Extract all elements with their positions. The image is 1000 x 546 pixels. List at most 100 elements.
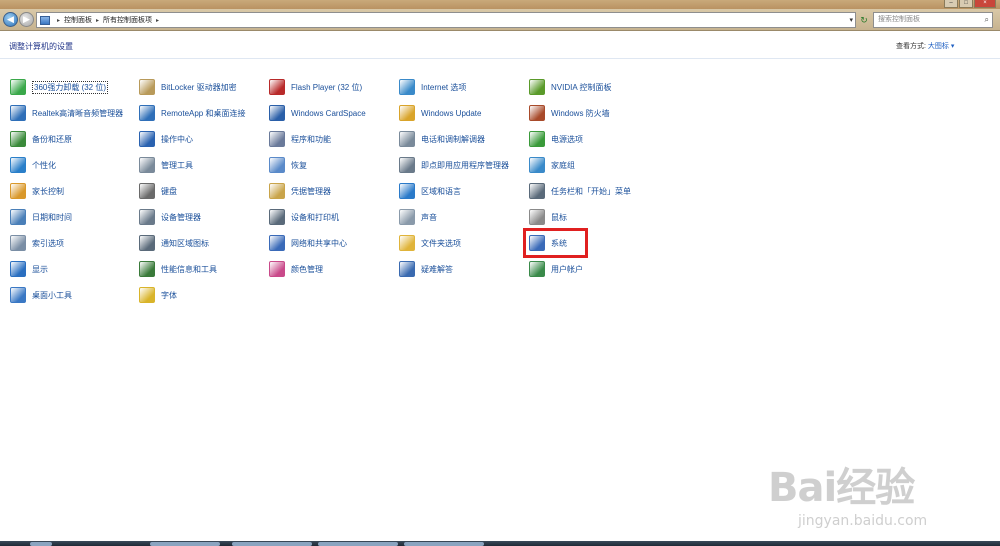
- control-panel-item[interactable]: 性能信息和工具: [139, 260, 217, 278]
- control-panel-item[interactable]: RemoteApp 和桌面连接: [139, 104, 245, 122]
- chevron-right-icon[interactable]: ▸: [156, 17, 159, 24]
- breadcrumb-control-panel[interactable]: 控制面板: [64, 15, 92, 25]
- control-panel-item-label: 设备管理器: [161, 212, 201, 222]
- control-panel-item[interactable]: 日期和时间: [10, 208, 72, 226]
- view-by-label: 查看方式:: [896, 43, 926, 50]
- control-panel-item[interactable]: Windows CardSpace: [269, 104, 366, 122]
- parental-icon: [10, 183, 26, 199]
- control-panel-item[interactable]: 个性化: [10, 156, 56, 174]
- taskbar-button[interactable]: [318, 542, 398, 546]
- breadcrumb-all-items[interactable]: 所有控制面板项: [103, 15, 152, 25]
- control-panel-item[interactable]: 设备和打印机: [269, 208, 339, 226]
- taskbar-button[interactable]: [30, 542, 52, 546]
- control-panel-item[interactable]: Realtek高清晰音频管理器: [10, 104, 123, 122]
- refresh-button[interactable]: ↻: [858, 12, 870, 28]
- cardspace-icon: [269, 105, 285, 121]
- control-panel-item[interactable]: Windows 防火墙: [529, 104, 610, 122]
- search-icon[interactable]: ⌕: [985, 13, 989, 27]
- control-panel-item[interactable]: 网络和共享中心: [269, 234, 347, 252]
- control-panel-item[interactable]: 管理工具: [139, 156, 193, 174]
- chevron-right-icon[interactable]: ▸: [96, 17, 99, 24]
- control-panel-item-label: Windows Update: [421, 108, 482, 118]
- control-panel-item-label: 键盘: [161, 186, 177, 196]
- control-panel-item[interactable]: 桌面小工具: [10, 286, 72, 304]
- control-panel-item[interactable]: 声音: [399, 208, 437, 226]
- control-panel-item-label: 通知区域图标: [161, 238, 209, 248]
- close-button[interactable]: ×: [974, 0, 996, 8]
- color-icon: [269, 261, 285, 277]
- back-button[interactable]: ◀: [3, 12, 18, 27]
- control-panel-item-label: 声音: [421, 212, 437, 222]
- control-panel-item-label: 索引选项: [32, 238, 64, 248]
- control-panel-item[interactable]: 疑难解答: [399, 260, 453, 278]
- control-panel-item[interactable]: 360强力卸载 (32 位): [10, 78, 109, 96]
- watermark-url: jingyan.baidu.com: [798, 513, 928, 529]
- taskbar-icon: [529, 183, 545, 199]
- troubleshoot-icon: [399, 261, 415, 277]
- control-panel-item[interactable]: 程序和功能: [269, 130, 331, 148]
- control-panel-item[interactable]: 颜色管理: [269, 260, 323, 278]
- control-panel-item[interactable]: 即点即用应用程序管理器: [399, 156, 509, 174]
- control-panel-item-label: 区域和语言: [421, 186, 461, 196]
- control-panel-item[interactable]: 文件夹选项: [399, 234, 461, 252]
- control-panel-item[interactable]: Flash Player (32 位): [269, 78, 362, 96]
- control-panel-item[interactable]: 恢复: [269, 156, 307, 174]
- control-panel-item[interactable]: 字体: [139, 286, 177, 304]
- users-icon: [529, 261, 545, 277]
- control-panel-item[interactable]: 键盘: [139, 182, 177, 200]
- nvidia-icon: [529, 79, 545, 95]
- control-panel-item[interactable]: 显示: [10, 260, 48, 278]
- control-panel-item[interactable]: Windows Update: [399, 104, 481, 122]
- backup-icon: [10, 131, 26, 147]
- control-panel-item-label: 性能信息和工具: [161, 264, 217, 274]
- control-panel-item[interactable]: 电源选项: [529, 130, 583, 148]
- control-panel-item[interactable]: 备份和还原: [10, 130, 72, 148]
- control-panel-item[interactable]: 家庭组: [529, 156, 575, 174]
- control-panel-item[interactable]: Internet 选项: [399, 78, 466, 96]
- address-field[interactable]: ▸ 控制面板 ▸ 所有控制面板项 ▸ ▾: [36, 12, 856, 28]
- chevron-right-icon[interactable]: ▸: [57, 17, 60, 24]
- font-icon: [139, 287, 155, 303]
- update-icon: [399, 105, 415, 121]
- view-by-dropdown[interactable]: 大图标 ▾: [928, 43, 954, 50]
- control-panel-item-label: 电话和调制解调器: [421, 134, 485, 144]
- minimize-button[interactable]: –: [944, 0, 958, 8]
- control-panel-item-label: 程序和功能: [291, 134, 331, 144]
- taskbar-button[interactable]: [150, 542, 220, 546]
- control-panel-item[interactable]: 设备管理器: [139, 208, 201, 226]
- control-panel-item[interactable]: NVIDIA 控制面板: [529, 78, 611, 96]
- maximize-button[interactable]: □: [959, 0, 973, 8]
- control-panel-item[interactable]: 任务栏和「开始」菜单: [529, 182, 631, 200]
- search-input[interactable]: 搜索控制面板 ⌕: [873, 12, 993, 28]
- watermark-brand: Bai经验: [768, 455, 927, 513]
- control-panel-item[interactable]: 电话和调制解调器: [399, 130, 485, 148]
- control-panel-item[interactable]: 通知区域图标: [139, 234, 209, 252]
- address-toolbar: ◀ ▶ ▸ 控制面板 ▸ 所有控制面板项 ▸ ▾ ↻ 搜索控制面板 ⌕: [0, 9, 1000, 31]
- taskbar-button[interactable]: [404, 542, 484, 546]
- control-panel-item[interactable]: 用户帐户: [529, 260, 583, 278]
- control-panel-item[interactable]: 鼠标: [529, 208, 567, 226]
- recovery-icon: [269, 157, 285, 173]
- device-manager-icon: [139, 209, 155, 225]
- annotation-highlight-box: [523, 228, 588, 258]
- control-panel-item-label: 管理工具: [161, 160, 193, 170]
- control-panel-item[interactable]: 区域和语言: [399, 182, 461, 200]
- forward-button[interactable]: ▶: [19, 12, 34, 27]
- taskbar-button[interactable]: [232, 542, 312, 546]
- header-divider: [0, 58, 1000, 59]
- control-panel-item[interactable]: 家长控制: [10, 182, 64, 200]
- mouse-icon: [529, 209, 545, 225]
- monitor-icon: [10, 261, 26, 277]
- control-panel-item[interactable]: 操作中心: [139, 130, 193, 148]
- control-panel-item-label: 用户帐户: [551, 264, 583, 274]
- control-panel-item-label: Internet 选项: [421, 82, 467, 92]
- control-panel-item-label: 显示: [32, 264, 48, 274]
- control-panel-item-label: 桌面小工具: [32, 290, 72, 300]
- chevron-down-icon[interactable]: ▾: [849, 16, 853, 24]
- control-panel-item[interactable]: 凭据管理器: [269, 182, 331, 200]
- clock-icon: [10, 209, 26, 225]
- control-panel-item-label: 电源选项: [551, 134, 583, 144]
- control-panel-item[interactable]: BitLocker 驱动器加密: [139, 78, 237, 96]
- control-panel-item[interactable]: 索引选项: [10, 234, 64, 252]
- control-panel-item-label: Windows CardSpace: [291, 108, 366, 118]
